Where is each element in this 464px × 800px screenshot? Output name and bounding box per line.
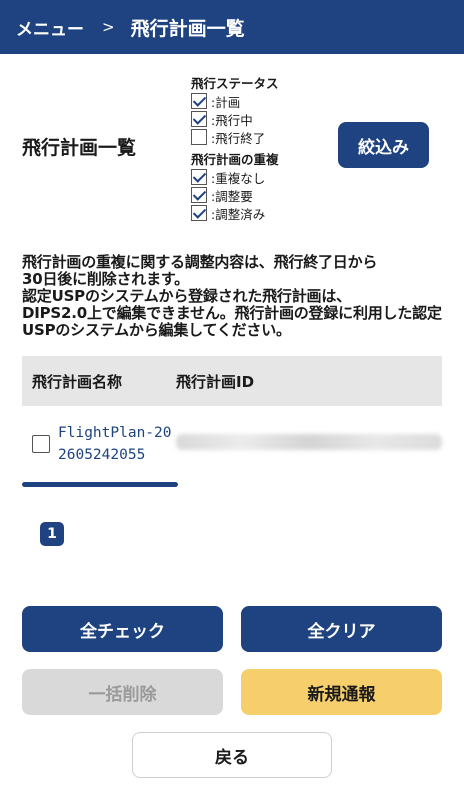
table-header: 飛行計画名称 飛行計画ID: [22, 356, 442, 406]
app-header: メニュー > 飛行計画一覧: [0, 0, 464, 54]
notice-text: 飛行計画の重複に関する調整内容は、飛行終了日から 30日後に削除されます。 認定…: [22, 253, 442, 339]
checkbox-finished[interactable]: [191, 129, 207, 145]
bulk-delete-button[interactable]: 一括削除: [22, 669, 223, 715]
row-checkbox[interactable]: [32, 435, 50, 453]
filter-button[interactable]: 絞込み: [338, 122, 429, 168]
status-filter-plan-label: :計画: [211, 94, 241, 110]
dup-filter-adjusted[interactable]: :調整済み: [191, 204, 331, 222]
dup-filter-none[interactable]: :重複なし: [191, 168, 331, 186]
breadcrumb-menu[interactable]: メニュー: [16, 15, 84, 40]
checkbox-adjusted[interactable]: [191, 205, 207, 221]
status-filter-finished-label: :飛行終了: [211, 130, 266, 146]
status-filter-in-flight[interactable]: :飛行中: [191, 110, 331, 128]
checkbox-plan[interactable]: [191, 93, 207, 109]
column-plan-id: 飛行計画ID: [176, 372, 255, 391]
dup-filter-needs-adjust-label: :調整要: [211, 188, 253, 204]
checkbox-needs-adjustment[interactable]: [191, 187, 207, 203]
checkbox-in-flight[interactable]: [191, 111, 207, 127]
status-filter-finished[interactable]: :飛行終了: [191, 128, 331, 146]
flight-plan-table: 飛行計画名称 飛行計画ID FlightPlan-202605242055: [22, 356, 442, 482]
new-report-button[interactable]: 新規通報: [241, 669, 442, 715]
table-scrollbar[interactable]: [22, 482, 178, 487]
checkbox-no-duplication[interactable]: [191, 169, 207, 185]
status-filter-plan[interactable]: :計画: [191, 92, 331, 110]
pagination-page-1[interactable]: 1: [40, 522, 64, 546]
clear-all-button[interactable]: 全クリア: [241, 606, 442, 652]
header-title: 飛行計画一覧: [130, 17, 245, 40]
breadcrumb-separator: >: [102, 18, 115, 36]
status-filter-in-flight-label: :飛行中: [211, 112, 253, 128]
check-all-button[interactable]: 全チェック: [22, 606, 223, 652]
flight-plan-id-redacted: [176, 434, 442, 450]
column-plan-name: 飛行計画名称: [32, 372, 123, 391]
flight-plan-name-link[interactable]: FlightPlan-202605242055: [58, 422, 178, 466]
dup-filter-needs-adjust[interactable]: :調整要: [191, 186, 331, 204]
table-row: FlightPlan-202605242055: [22, 406, 442, 482]
dup-filter-adjusted-label: :調整済み: [211, 206, 266, 222]
dup-filter-none-label: :重複なし: [211, 170, 266, 186]
page-title: 飛行計画一覧: [22, 137, 137, 159]
duplication-filter-title: 飛行計画の重複: [191, 152, 279, 167]
back-button[interactable]: 戻る: [132, 732, 332, 778]
filter-panel: 飛行ステータス :計画 :飛行中 :飛行終了 飛行計画の重複 :重複なし :調整…: [191, 76, 331, 222]
status-filter-title: 飛行ステータス: [191, 76, 279, 91]
